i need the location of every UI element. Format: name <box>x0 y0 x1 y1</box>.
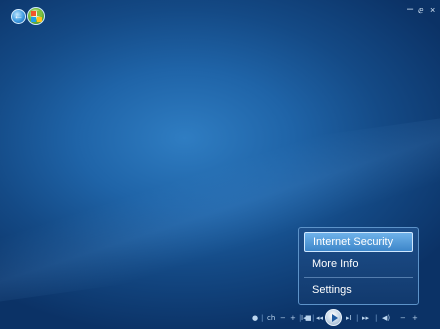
start-orb-yellow-quadrant <box>37 17 42 22</box>
menu-item-internet-security[interactable]: Internet Security <box>304 232 413 252</box>
start-orb-blue-quadrant <box>31 17 36 22</box>
restore-icon[interactable]: ⅇ <box>418 5 424 16</box>
separator: | <box>356 314 359 322</box>
context-menu: Internet Security More Info Settings <box>298 227 419 305</box>
close-icon[interactable]: × <box>430 5 435 15</box>
transport-controls: ● | ch − + | ■ | ◂◂ ▸I | ▸▸ | ◀) − + <box>246 309 440 327</box>
start-orb-green-quadrant <box>37 11 42 16</box>
menu-separator <box>304 277 413 278</box>
volume-down-button[interactable]: − <box>400 314 406 322</box>
separator: | <box>375 314 378 322</box>
minimize-icon[interactable]: – <box>407 3 413 15</box>
back-arrow-icon[interactable]: ← <box>11 9 26 24</box>
mute-icon[interactable]: ◀) <box>382 314 390 322</box>
record-icon[interactable]: ● <box>252 314 258 322</box>
windows-start-orb-icon[interactable] <box>27 7 45 25</box>
volume-up-button[interactable]: + <box>412 314 418 322</box>
start-orb-red-quadrant <box>31 11 36 16</box>
skip-back-icon[interactable]: I◂ <box>301 314 307 322</box>
menu-item-more-info[interactable]: More Info <box>304 254 413 274</box>
skip-forward-icon[interactable]: ▸I <box>346 314 352 322</box>
play-icon[interactable] <box>325 309 342 326</box>
channel-label: ch <box>267 314 276 322</box>
separator: | <box>261 314 264 322</box>
fast-forward-icon[interactable]: ▸▸ <box>362 314 369 322</box>
channel-down-button[interactable]: − <box>280 314 286 322</box>
separator: | <box>312 314 315 322</box>
channel-up-button[interactable]: + <box>290 314 296 322</box>
menu-item-settings[interactable]: Settings <box>304 280 413 300</box>
rewind-icon[interactable]: ◂◂ <box>316 314 323 322</box>
